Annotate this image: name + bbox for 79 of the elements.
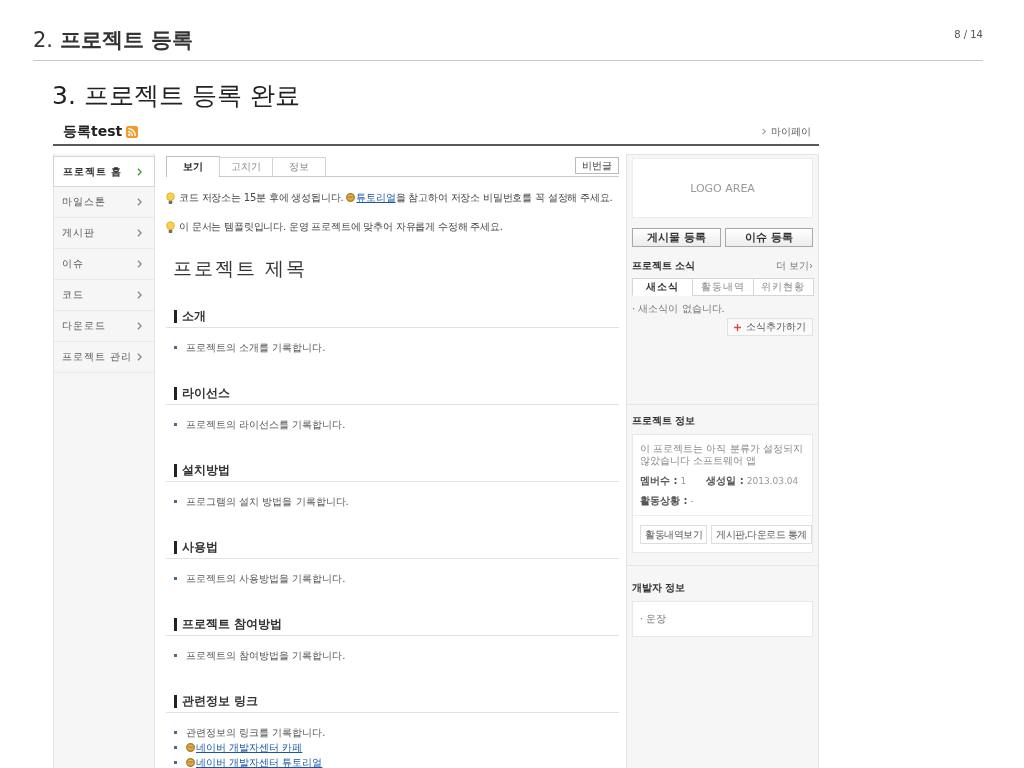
list-text: 프로젝트의 소개를 기록합니다. — [186, 340, 326, 355]
chevron-icon — [137, 229, 142, 237]
bullet-icon — [174, 500, 177, 503]
developer-title: 개발자 정보 — [632, 582, 687, 594]
resource-link[interactable]: 네이버 개발자센터 튜토리얼 — [186, 755, 323, 768]
slide-subtitle: 3. 프로젝트 등록 완료 — [52, 81, 301, 111]
bullet-icon — [174, 731, 177, 734]
more-link[interactable]: 더 보기› — [775, 260, 813, 272]
lightbulb-icon — [166, 191, 175, 205]
tutorial-link[interactable]: 튜토리얼 — [346, 192, 396, 203]
sidebar-item[interactable]: 프로젝트 관리 — [54, 342, 154, 373]
plus-icon — [734, 323, 741, 331]
add-news-button[interactable]: 소식추가하기 — [727, 318, 813, 336]
list-text: 프로그램의 설치 방법을 기록합니다. — [186, 494, 349, 509]
page-number: 8 / 14 — [954, 28, 983, 40]
sidebar-item[interactable]: 다운로드 — [54, 311, 154, 342]
info-title: 프로젝트 정보 — [632, 415, 697, 427]
info-description: 이 프로젝트는 아직 분류가 설정되지 않았습니다 소프트웨어 앱 — [640, 443, 804, 467]
bullet-icon — [174, 746, 177, 749]
sidebar-item[interactable]: 마일스톤 — [54, 187, 154, 218]
list-text: 프로젝트의 사용방법을 기록합니다. — [186, 571, 346, 586]
list-text: 프로젝트의 라이선스를 기록합니다. — [186, 417, 346, 432]
lightbulb-icon — [166, 220, 175, 234]
chevron-icon — [762, 128, 766, 135]
rss-icon[interactable] — [126, 125, 139, 138]
section-heading: 설치방법 — [174, 464, 230, 477]
toolbar-button[interactable]: 비번글 — [575, 157, 619, 174]
chevron-icon — [137, 198, 142, 206]
register-button[interactable]: 이슈 등록 — [724, 228, 813, 247]
field-label: 생성일 : — [706, 475, 744, 487]
globe-icon — [186, 757, 195, 767]
section-heading: 사용법 — [174, 541, 218, 554]
tab[interactable]: 정보 — [272, 157, 326, 176]
section-heading: 라이선스 — [174, 387, 230, 400]
field-value: 2013.03.04 — [746, 475, 799, 487]
sidebar-item[interactable]: 코드 — [54, 280, 154, 311]
bullet-icon — [174, 654, 177, 657]
sidebar-item[interactable]: 이슈 — [54, 249, 154, 280]
list-text: 관련정보의 링크를 기록합니다. — [186, 725, 326, 740]
list-text: 프로젝트의 참여방법을 기록합니다. — [186, 648, 346, 663]
sidebar-item[interactable]: 프로젝트 홈 — [53, 156, 155, 187]
tab[interactable]: 고치기 — [219, 157, 273, 176]
sidebar-item[interactable]: 게시판 — [54, 218, 154, 249]
bullet-icon — [174, 346, 177, 349]
bullet-icon — [174, 423, 177, 426]
logo-area: LOGO AREA — [632, 158, 813, 218]
project-title: 등록test — [63, 122, 123, 141]
empty-message: · 새소식이 없습니다. — [632, 303, 726, 315]
notice-text: 이 문서는 템플릿입니다. 운영 프로젝트에 맞추어 자유롭게 수정해 주세요. — [179, 220, 503, 234]
register-button[interactable]: 게시물 등록 — [632, 228, 721, 247]
document-title: 프로젝트 제목 — [173, 256, 309, 280]
tab[interactable]: 새소식 — [632, 278, 694, 296]
tab[interactable]: 위키현황 — [752, 278, 814, 296]
tab[interactable]: 활동내역 — [692, 278, 754, 296]
bullet-icon — [174, 761, 177, 764]
mypage-link[interactable]: 마이페이 — [762, 124, 811, 139]
globe-icon — [346, 193, 356, 202]
tab[interactable]: 보기 — [166, 156, 220, 177]
field-label: 활동상황 : — [640, 495, 688, 507]
chevron-icon — [137, 291, 142, 299]
chevron-icon — [137, 260, 142, 268]
chevron-icon — [137, 167, 142, 176]
section-heading: 관련정보 링크 — [174, 695, 259, 708]
field-value: 1 — [680, 475, 687, 487]
section-heading: 소개 — [174, 310, 206, 323]
section-heading: 프로젝트 참여방법 — [174, 618, 283, 631]
developer-name: · 운장 — [640, 612, 668, 626]
chevron-icon — [137, 353, 142, 361]
chevron-icon — [137, 322, 142, 330]
field-label: 멤버수 : — [640, 475, 678, 487]
resource-link[interactable]: 네이버 개발자센터 카페 — [186, 740, 303, 755]
slide-title: 2. 프로젝트 등록 — [33, 27, 194, 54]
news-title: 프로젝트 소식 — [632, 260, 696, 272]
field-value: - — [690, 495, 694, 507]
globe-icon — [186, 742, 195, 752]
bullet-icon — [174, 577, 177, 580]
notice-text: 코드 저장소는 15분 후에 생성됩니다. 튜토리얼을 참고하여 저장소 비밀번호를 꼭 설정해 주세요. — [179, 191, 613, 205]
stats-button[interactable]: 게시판,다운로드 통계 — [711, 525, 812, 544]
stats-button[interactable]: 활동내역보기 — [640, 525, 707, 544]
